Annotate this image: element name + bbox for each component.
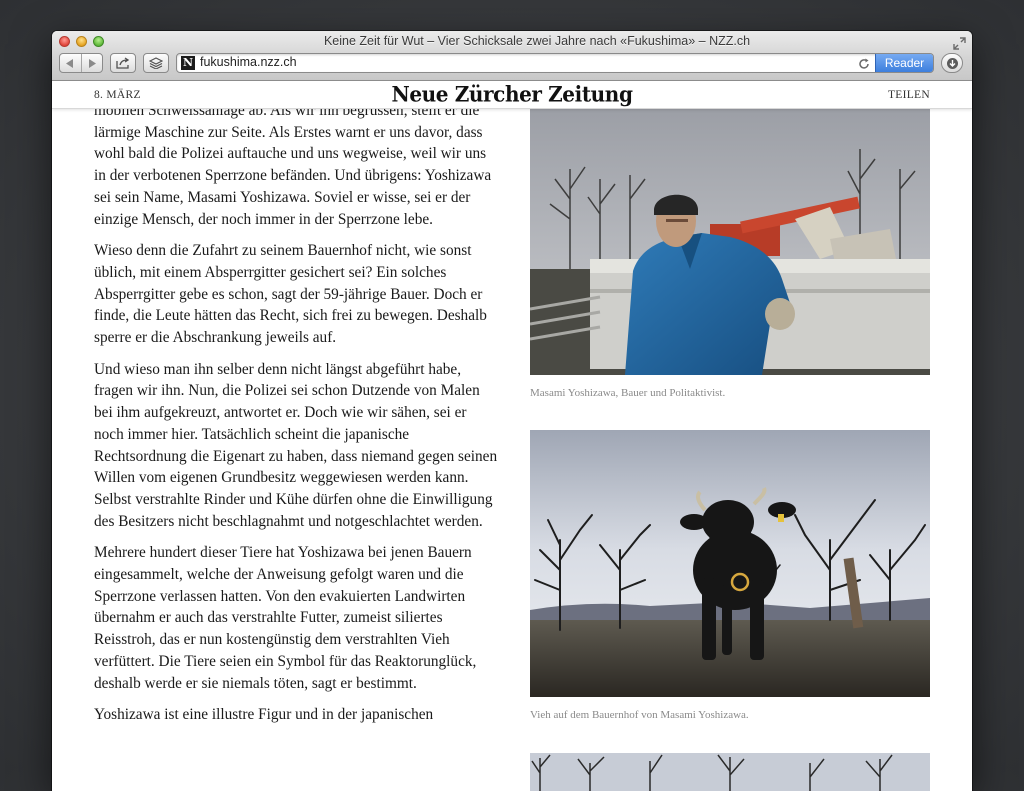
nzz-logo[interactable]: Neue Zürcher Zeitung xyxy=(52,81,972,106)
share-button[interactable] xyxy=(110,53,136,73)
fullscreen-icon[interactable] xyxy=(953,35,966,50)
reading-list-icon xyxy=(149,57,163,69)
titlebar: Keine Zeit für Wut – Vier Schicksale zwe… xyxy=(52,31,972,81)
article-paragraph: Wieso denn die Zufahrt zu seinem Bauernh… xyxy=(94,242,487,347)
reload-icon[interactable] xyxy=(857,56,871,70)
photo-caption: Vieh auf dem Bauernhof von Masami Yoshiz… xyxy=(530,709,749,721)
article-paragraph: Yoshizawa ist eine illustre Figur und in… xyxy=(94,706,434,724)
back-forward-group xyxy=(59,53,103,73)
farmer-photo[interactable] xyxy=(530,109,930,375)
share-link[interactable]: TEILEN xyxy=(888,89,930,101)
share-icon xyxy=(116,57,130,69)
url-text[interactable]: fukushima.nzz.ch xyxy=(200,55,297,69)
download-icon xyxy=(946,57,958,69)
window-title: Keine Zeit für Wut – Vier Schicksale zwe… xyxy=(323,34,751,48)
address-bar[interactable]: N fukushima.nzz.ch Reader xyxy=(176,53,934,73)
trees-photo[interactable] xyxy=(530,753,930,791)
site-header: 8. MÄRZ Neue Zürcher Zeitung TEILEN xyxy=(52,81,972,109)
forward-icon[interactable] xyxy=(80,54,103,72)
article-paragraph: Und wieso man ihn selber denn nicht läng… xyxy=(94,360,498,530)
zoom-window-icon[interactable] xyxy=(93,36,104,47)
article-paragraph: mobilen Schweissanlage ab. Als wir ihn b… xyxy=(94,109,492,228)
photo-caption: Masami Yoshizawa, Bauer und Politaktivis… xyxy=(530,387,726,399)
browser-window: Keine Zeit für Wut – Vier Schicksale zwe… xyxy=(52,31,972,791)
site-favicon: N xyxy=(181,56,195,70)
article-body: mobilen Schweissanlage ab. Als wir ihn b… xyxy=(94,109,499,736)
article-paragraph: Mehrere hundert dieser Tiere hat Yoshiza… xyxy=(94,544,477,692)
article-content: mobilen Schweissanlage ab. Als wir ihn b… xyxy=(52,109,972,791)
back-icon[interactable] xyxy=(60,54,81,72)
cow-photo[interactable] xyxy=(530,430,930,697)
close-window-icon[interactable] xyxy=(59,36,70,47)
reading-list-button[interactable] xyxy=(143,53,169,73)
reader-button[interactable]: Reader xyxy=(875,54,933,72)
minimize-window-icon[interactable] xyxy=(76,36,87,47)
download-button[interactable] xyxy=(941,53,963,73)
